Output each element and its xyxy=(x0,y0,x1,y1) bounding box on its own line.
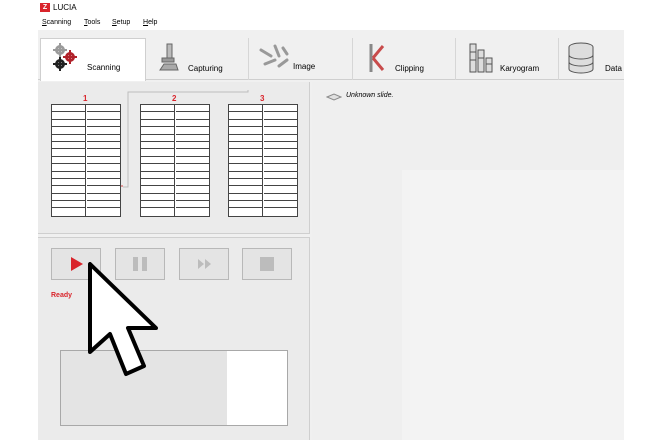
gears-icon xyxy=(53,43,77,71)
tab-label: Clipping xyxy=(395,64,424,73)
stop-button[interactable] xyxy=(242,248,292,280)
menu-tools[interactable]: Tools xyxy=(84,18,100,28)
slide-holder-2[interactable] xyxy=(140,104,210,217)
fast-forward-icon xyxy=(198,259,211,269)
slide-holder-1[interactable] xyxy=(51,104,121,217)
menu-setup[interactable]: Setup xyxy=(112,18,130,28)
slide-status-label: Unknown slide. xyxy=(346,92,394,99)
tab-image[interactable]: Image xyxy=(249,38,353,80)
menu-scanning[interactable]: Scanning xyxy=(42,18,71,28)
clipping-icon xyxy=(369,44,385,72)
slide-holder-panel: 1 2 3 xyxy=(38,82,310,234)
microscope-icon xyxy=(159,43,179,71)
holder-number: 1 xyxy=(83,94,88,103)
slide-view-panel: Unknown slide. xyxy=(312,82,624,440)
slide-column xyxy=(141,105,175,216)
slide-holder-3[interactable] xyxy=(228,104,298,217)
karyogram-icon xyxy=(469,43,493,73)
tab-label: Scanning xyxy=(87,63,121,72)
scan-status: Ready xyxy=(51,292,73,299)
app-logo-icon: Z xyxy=(40,3,50,12)
fast-forward-button[interactable] xyxy=(179,248,229,280)
menu-label: elp xyxy=(148,19,158,26)
mouse-cursor-icon xyxy=(88,262,158,376)
window-title: LUCIA xyxy=(53,3,77,12)
database-icon xyxy=(568,42,594,74)
tab-label: Image xyxy=(293,62,316,71)
slide-column xyxy=(229,105,263,216)
holder-number: 2 xyxy=(172,94,177,103)
slide-column xyxy=(264,105,298,216)
tab-karyogram[interactable]: Karyogram xyxy=(456,38,559,80)
stop-icon xyxy=(260,257,274,271)
tab-label: Karyogram xyxy=(500,64,540,73)
tab-data[interactable]: Data xyxy=(559,38,624,80)
tab-label: Data xyxy=(605,64,622,73)
menu-help[interactable]: Help xyxy=(143,18,157,28)
slide-column xyxy=(87,105,121,216)
tab-scanning[interactable]: Scanning xyxy=(40,38,146,81)
slide-column xyxy=(176,105,210,216)
menu-label: canning xyxy=(46,19,72,26)
menu-label: ools xyxy=(87,19,101,26)
chromosomes-icon xyxy=(259,44,289,68)
slide-view-area[interactable] xyxy=(402,170,624,440)
menu-bar: Scanning Tools Setup Help xyxy=(38,16,624,30)
menu-label: etup xyxy=(116,19,131,26)
slide-column xyxy=(52,105,86,216)
preview-blank-area xyxy=(227,351,287,425)
title-bar: Z LUCIA xyxy=(38,0,624,16)
holder-number: 3 xyxy=(260,94,265,103)
slide-icon xyxy=(326,93,342,101)
tab-clipping[interactable]: Clipping xyxy=(353,38,456,80)
main-toolbar: Scanning Capturing Image Clipping Karyog… xyxy=(38,30,624,81)
tab-capturing[interactable]: Capturing xyxy=(146,38,249,80)
tab-label: Capturing xyxy=(188,64,223,73)
